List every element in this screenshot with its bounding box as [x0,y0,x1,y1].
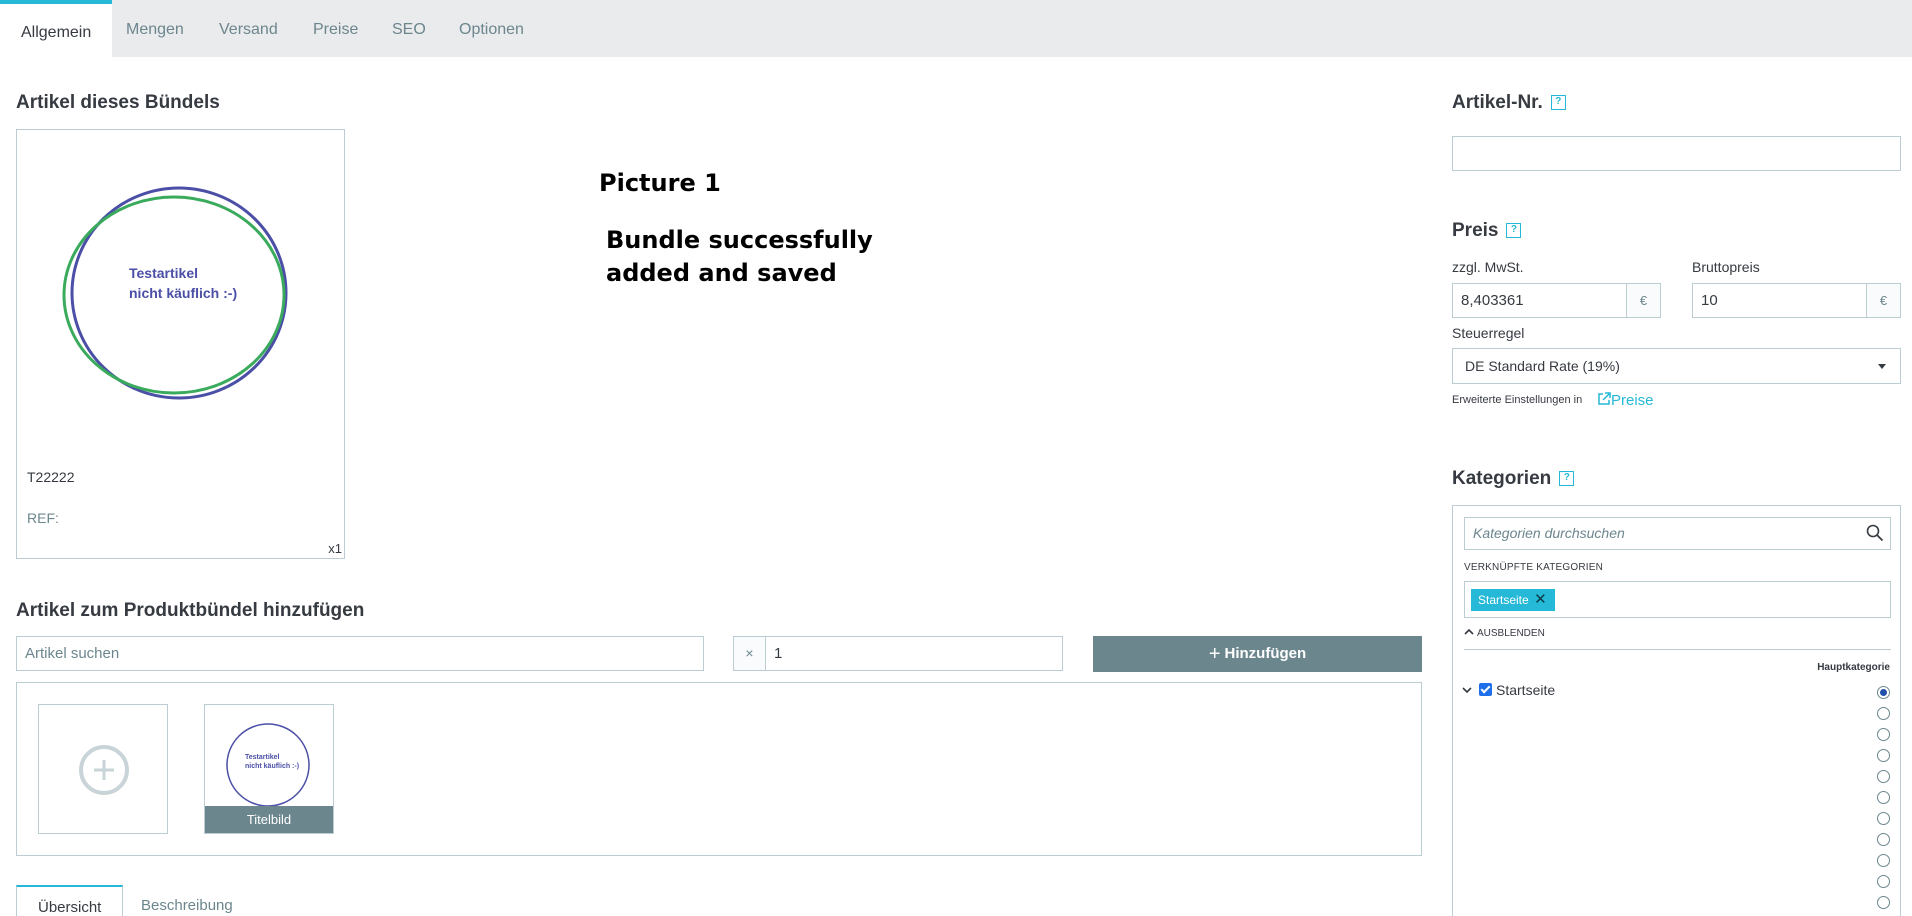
categories-title-text: Kategorien [1452,468,1552,489]
sku-title-text: Artikel-Nr. [1452,92,1543,113]
thumb-text-1: Testartikel [245,754,280,761]
gross-price-label: Bruttopreis [1692,259,1760,275]
quantity-prefix: × [733,636,765,671]
annotation-title: Picture 1 [599,169,721,197]
category-chip: Startseite ✕ [1471,589,1555,611]
categories-search-placeholder: Kategorien durchsuchen [1473,525,1625,541]
gross-price-input[interactable] [1692,283,1872,318]
bundle-item-quantity: x1 [328,541,342,556]
main-category-radio[interactable] [1877,770,1890,783]
main-category-label: Hauptkategorie [1817,662,1890,673]
add-image-tile[interactable] [38,704,168,834]
sku-input[interactable] [1452,136,1901,171]
product-image-thumbnail[interactable]: Testartikel nicht käuflich :-) Titelbild [204,704,334,834]
price-title-text: Preis [1452,220,1499,241]
tab-versand[interactable]: Versand [198,0,299,57]
tab-uebersicht[interactable]: Übersicht [16,885,124,916]
sku-title: Artikel-Nr.? [1452,92,1566,114]
bundle-title: Artikel dieses Bündels [16,92,220,113]
add-button-label: Hinzufügen [1224,645,1307,662]
chevron-down-icon[interactable] [1461,686,1473,695]
main-category-radio[interactable] [1877,791,1890,804]
linked-categories-label: VERKNÜPFTE KATEGORIEN [1464,562,1604,573]
annotation-line-1: Bundle successfully [606,226,873,254]
annotation-line-2: added and saved [606,259,837,287]
net-price-label: zzgl. MwSt. [1452,259,1524,275]
prices-link[interactable]: Preise [1597,392,1654,409]
bundle-item-reference: T22222 [27,469,75,485]
sku-help-icon[interactable]: ? [1550,95,1566,111]
main-category-radio[interactable] [1877,707,1890,720]
tab-seo[interactable]: SEO [371,0,447,57]
main-category-radio[interactable] [1877,875,1890,888]
tax-rule-label: Steuerregel [1452,325,1525,341]
bundle-item-ref-label: REF: [27,510,59,526]
main-category-radio[interactable] [1877,854,1890,867]
linked-categories-box: Startseite ✕ [1464,581,1891,618]
categories-box: Kategorien durchsuchen VERKNÜPFTE KATEGO… [1452,505,1901,916]
plus-icon: + [1208,643,1221,665]
tab-mengen[interactable]: Mengen [105,0,205,57]
bundle-image-text-2: nicht käuflich :-) [129,285,237,301]
category-tree-item: Startseite [1461,682,1555,698]
external-link-icon [1598,392,1611,405]
bundle-item-card[interactable]: Testartikel nicht käuflich :-) T22222 RE… [16,129,345,559]
add-section-title: Artikel zum Produktbündel hinzufügen [16,600,365,621]
tab-optionen[interactable]: Optionen [438,0,545,57]
chevron-up-icon [1464,628,1474,635]
tab-bar: Allgemein Mengen Versand Preise SEO Opti… [0,0,1912,57]
category-tree-label: Startseite [1496,682,1556,698]
product-images-dropzone: Testartikel nicht käuflich :-) Titelbild [16,682,1422,856]
search-icon[interactable] [1866,524,1884,542]
chevron-down-icon [1878,364,1886,369]
category-checkbox[interactable] [1479,683,1492,696]
price-title: Preis? [1452,220,1522,242]
net-price-input[interactable] [1452,283,1630,318]
add-image-icon [79,745,129,795]
collapse-toggle[interactable]: AUSBLENDEN [1464,628,1545,639]
add-button[interactable]: + Hinzufügen [1093,636,1422,672]
categories-help-icon[interactable]: ? [1559,471,1575,487]
article-search-input[interactable] [16,636,704,671]
tab-preise[interactable]: Preise [292,0,379,57]
main-category-radio[interactable] [1877,686,1890,699]
price-help-icon[interactable]: ? [1506,223,1522,239]
category-chip-label: Startseite [1478,593,1529,607]
main-category-radio[interactable] [1877,896,1890,909]
categories-search-input[interactable]: Kategorien durchsuchen [1464,517,1891,550]
tab-allgemein[interactable]: Allgemein [0,0,113,57]
advanced-settings-note: Erweiterte Einstellungen in [1452,394,1583,406]
thumb-text-2: nicht käuflich :-) [245,763,299,770]
collapse-label: AUSBLENDEN [1477,628,1545,639]
main-category-radio[interactable] [1877,728,1890,741]
net-price-currency: € [1626,283,1661,318]
main-category-radio[interactable] [1877,812,1890,825]
tab-beschreibung[interactable]: Beschreibung [120,885,254,916]
prices-link-label: Preise [1611,392,1654,409]
cover-image-caption: Titelbild [205,806,333,833]
bundle-item-image: Testartikel nicht käuflich :-) [62,186,288,400]
bundle-image-text-1: Testartikel [129,265,198,281]
main-category-radio[interactable] [1877,749,1890,762]
categories-title: Kategorien? [1452,468,1575,490]
quantity-input[interactable] [765,636,1063,671]
tax-rule-value: DE Standard Rate (19%) [1465,358,1620,374]
tax-rule-select[interactable]: DE Standard Rate (19%) [1452,348,1901,384]
product-thumbnail-image: Testartikel nicht käuflich :-) [226,723,310,807]
gross-price-currency: € [1866,283,1901,318]
close-icon[interactable]: ✕ [1534,589,1547,611]
main-category-radio[interactable] [1877,833,1890,846]
divider [1464,649,1891,650]
